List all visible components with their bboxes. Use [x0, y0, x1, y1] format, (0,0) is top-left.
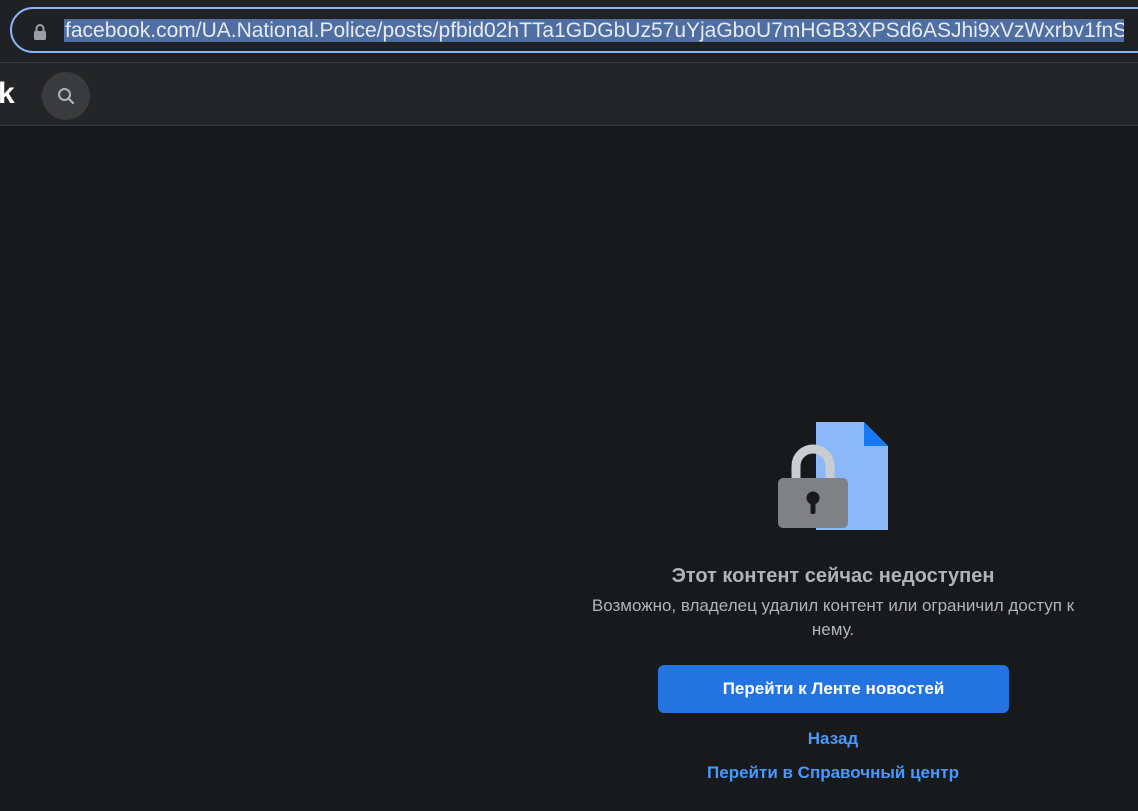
content-area: Этот контент сейчас недоступен Возможно,…: [0, 127, 1138, 811]
lock-icon[interactable]: [32, 23, 48, 41]
search-button[interactable]: [42, 72, 90, 120]
page-title: Этот контент сейчас недоступен: [671, 565, 995, 587]
locked-document-illustration: [778, 422, 888, 530]
go-to-news-feed-button[interactable]: Перейти к Ленте новостей: [658, 665, 1009, 713]
help-center-link[interactable]: Перейти в Справочный центр: [633, 761, 1033, 785]
browser-toolbar: facebook.com/UA.National.Police/posts/pf…: [0, 0, 1138, 62]
search-icon: [58, 88, 75, 105]
back-link[interactable]: Назад: [733, 727, 933, 751]
facebook-logo[interactable]: k: [0, 77, 15, 111]
description-text: Возможно, владелец удалил контент или ог…: [591, 596, 1075, 639]
url-text[interactable]: facebook.com/UA.National.Police/posts/pf…: [64, 17, 1124, 45]
address-bar[interactable]: facebook.com/UA.National.Police/posts/pf…: [10, 7, 1138, 53]
facebook-top-nav: k: [0, 62, 1138, 126]
